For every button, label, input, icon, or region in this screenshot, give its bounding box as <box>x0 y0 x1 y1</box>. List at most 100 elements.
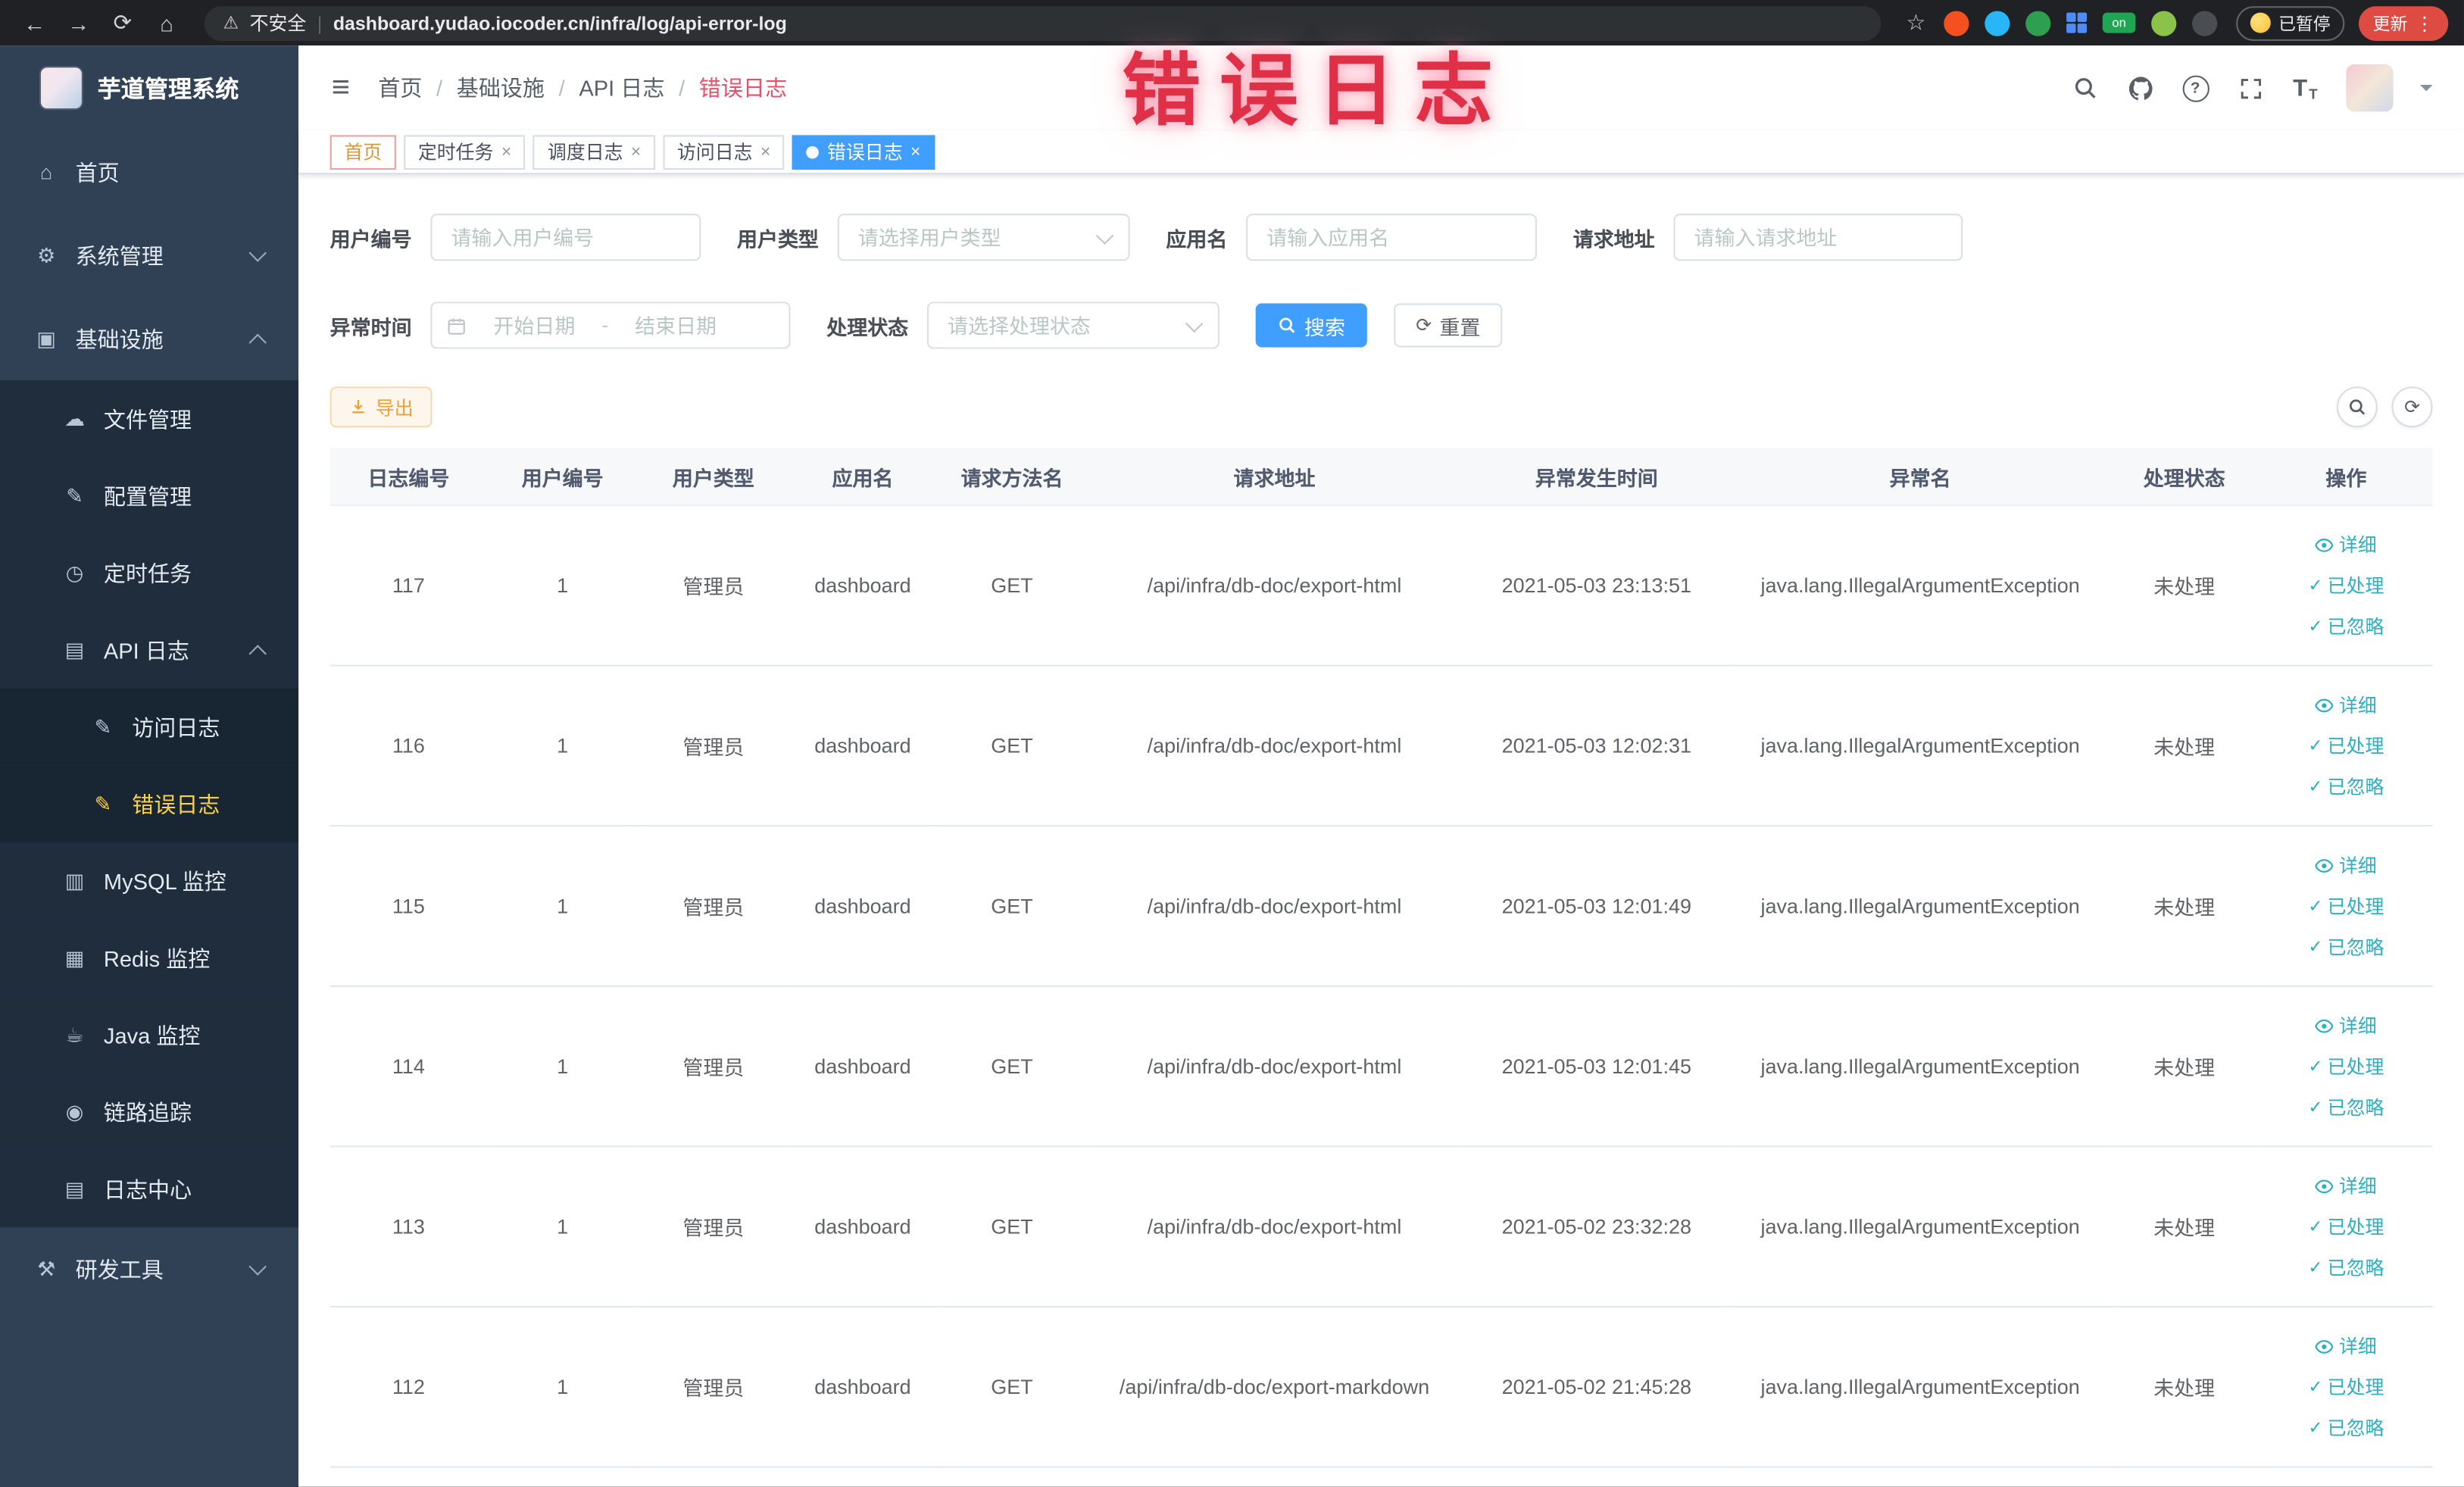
detail-link[interactable]: 详细 <box>2316 684 2377 725</box>
chevron-down-icon <box>248 1257 267 1275</box>
processed-link[interactable]: ✓ 已处理 <box>2308 1046 2384 1087</box>
avatar[interactable] <box>2346 64 2394 112</box>
user-id-input[interactable] <box>430 214 701 261</box>
back-button[interactable]: ← <box>16 5 54 40</box>
ignored-link[interactable]: ✓ 已忽略 <box>2308 1087 2384 1128</box>
fullscreen-icon[interactable] <box>2236 74 2264 102</box>
processed-link[interactable]: ✓ 已处理 <box>2308 565 2384 606</box>
pin-extension-icon[interactable] <box>2192 10 2218 36</box>
end-date-input[interactable] <box>616 311 735 339</box>
tab-label: 访问日志 <box>676 141 753 164</box>
tab-access-log[interactable]: 访问日志 × <box>663 134 785 170</box>
ignored-link[interactable]: ✓ 已忽略 <box>2308 1407 2384 1448</box>
profile-paused-badge[interactable]: 已暂停 <box>2236 5 2345 40</box>
refresh-button[interactable]: ⟳ <box>2391 386 2433 428</box>
page-content: 用户编号 用户类型 应用名 请求 <box>298 174 2464 1487</box>
sidebar-item-redis-monitor[interactable]: ▦ Redis 监控 <box>0 919 299 997</box>
filter-user-type: 用户类型 <box>737 214 1130 261</box>
tab-schedule-log[interactable]: 调度日志 × <box>533 134 655 170</box>
sidebar-item-log-center[interactable]: ▤ 日志中心 <box>0 1150 299 1228</box>
chevron-down-icon[interactable] <box>2419 85 2433 92</box>
detail-link[interactable]: 详细 <box>2316 845 2377 886</box>
sidebar-item-home[interactable]: ⌂ 首页 <box>0 130 298 214</box>
on-badge-extension-icon[interactable]: on <box>2102 12 2136 33</box>
github-icon[interactable] <box>2126 74 2154 102</box>
blue-extension-icon[interactable] <box>1984 10 2010 36</box>
table-cell: /api/infra/db-doc/export-html <box>1087 1146 1462 1308</box>
document-icon: ▤ <box>64 637 85 661</box>
table-cell: 2021-05-03 12:02:31 <box>1461 665 1732 827</box>
orange-extension-icon[interactable] <box>1943 10 1969 36</box>
app-name-input[interactable] <box>1246 214 1538 261</box>
detail-link[interactable]: 详细 <box>2316 1165 2377 1206</box>
sidebar-item-mysql-monitor[interactable]: ▥ MySQL 监控 <box>0 842 299 920</box>
status-select[interactable] <box>927 301 1220 349</box>
export-button[interactable]: 导出 <box>329 386 433 428</box>
close-icon[interactable]: × <box>631 142 641 161</box>
tab-home[interactable]: 首页 <box>329 134 396 170</box>
close-icon[interactable]: × <box>910 142 920 161</box>
leaf-extension-icon[interactable] <box>2151 10 2177 36</box>
sidebar-item-dev-tools[interactable]: ⚒ 研发工具 <box>0 1227 298 1310</box>
user-type-select[interactable] <box>837 214 1130 261</box>
ignored-link[interactable]: ✓ 已忽略 <box>2308 606 2384 647</box>
processed-link[interactable]: ✓ 已处理 <box>2308 1206 2384 1247</box>
breadcrumb-item-infrastructure[interactable]: 基础设施 <box>457 72 545 103</box>
security-label[interactable]: 不安全 <box>250 9 307 36</box>
reset-button[interactable]: ⟳ 重置 <box>1394 303 1503 348</box>
sidebar-item-infrastructure[interactable]: ▣ 基础设施 <box>0 297 298 380</box>
table-cell: /api/infra/db-doc/export-markdown <box>1087 1307 1462 1468</box>
hamburger-icon[interactable]: ≡ <box>322 70 359 106</box>
app-logo[interactable]: 芋道管理系统 <box>0 45 298 130</box>
ignored-link[interactable]: ✓ 已忽略 <box>2308 1247 2384 1288</box>
close-icon[interactable]: × <box>501 142 511 161</box>
close-icon[interactable]: × <box>760 142 770 161</box>
help-icon[interactable]: ? <box>2181 74 2209 102</box>
detail-link[interactable]: 详细 <box>2316 1005 2377 1046</box>
processed-link[interactable]: ✓ 已处理 <box>2308 725 2384 766</box>
sidebar-item-config-management[interactable]: ✎ 配置管理 <box>0 457 299 535</box>
tab-scheduled-tasks[interactable]: 定时任务 × <box>404 134 526 170</box>
table-cell: dashboard <box>789 1146 937 1308</box>
table-cell: 2021-05-02 23:32:28 <box>1461 1146 1732 1308</box>
green-extension-icon[interactable] <box>2025 10 2050 36</box>
detail-link[interactable]: 详细 <box>2316 524 2377 565</box>
ignored-link[interactable]: ✓ 已忽略 <box>2308 766 2384 807</box>
processed-link[interactable]: ✓ 已处理 <box>2308 1367 2384 1407</box>
sidebar-item-scheduled-tasks[interactable]: ◷ 定时任务 <box>0 534 299 612</box>
home-icon: ⌂ <box>40 160 53 184</box>
sidebar-item-api-log[interactable]: ▤ API 日志 <box>0 611 299 689</box>
bookmark-star-icon[interactable]: ☆ <box>1906 9 1925 36</box>
font-size-icon[interactable]: TT <box>2291 74 2319 102</box>
breadcrumb-item-home[interactable]: 首页 <box>378 72 422 103</box>
sidebar-item-system-management[interactable]: ⚙ 系统管理 <box>0 214 298 297</box>
breadcrumb-item-api-log[interactable]: API 日志 <box>579 72 664 103</box>
sidebar-item-trace[interactable]: ◉ 链路追踪 <box>0 1073 299 1151</box>
table-cell: 管理员 <box>638 986 789 1148</box>
ignored-link[interactable]: ✓ 已忽略 <box>2308 926 2384 967</box>
detail-link[interactable]: 详细 <box>2316 1326 2377 1367</box>
processed-link[interactable]: ✓ 已处理 <box>2308 886 2384 926</box>
table-cell: 管理员 <box>638 826 789 987</box>
toggle-search-button[interactable] <box>2336 386 2378 428</box>
table-row: 116 1 管理员 dashboard GET /api/infra/db-do… <box>329 665 2433 827</box>
start-date-input[interactable] <box>474 311 595 339</box>
search-icon <box>1278 316 1297 335</box>
tab-error-log[interactable]: 错误日志 × <box>792 134 935 170</box>
profile-avatar-icon <box>2250 12 2271 33</box>
sidebar-item-access-log[interactable]: ✎ 访问日志 <box>0 688 299 766</box>
forward-button[interactable]: → <box>60 5 98 40</box>
search-button[interactable]: 搜索 <box>1255 303 1367 348</box>
update-button[interactable]: 更新 ⋮ <box>2358 5 2449 40</box>
search-icon[interactable] <box>2071 74 2099 102</box>
sidebar-item-error-log[interactable]: ✎ 错误日志 <box>0 765 299 842</box>
reload-button[interactable]: ⟳ <box>104 5 142 40</box>
grid-extension-icon[interactable] <box>2066 12 2088 34</box>
request-url-input[interactable] <box>1673 214 1963 261</box>
home-button[interactable]: ⌂ <box>148 5 186 40</box>
sidebar-item-java-monitor[interactable]: ☕ Java 监控 <box>0 996 299 1073</box>
browser-toolbar: ← → ⟳ ⌂ ⚠ 不安全 | dashboard.yudao.iocoder.… <box>0 0 2464 46</box>
sidebar-item-file-management[interactable]: ☁ 文件管理 <box>0 380 299 458</box>
url-bar[interactable]: ⚠ 不安全 | dashboard.yudao.iocoder.cn/infra… <box>204 5 1882 40</box>
exception-time-range-picker[interactable]: - <box>430 301 791 349</box>
